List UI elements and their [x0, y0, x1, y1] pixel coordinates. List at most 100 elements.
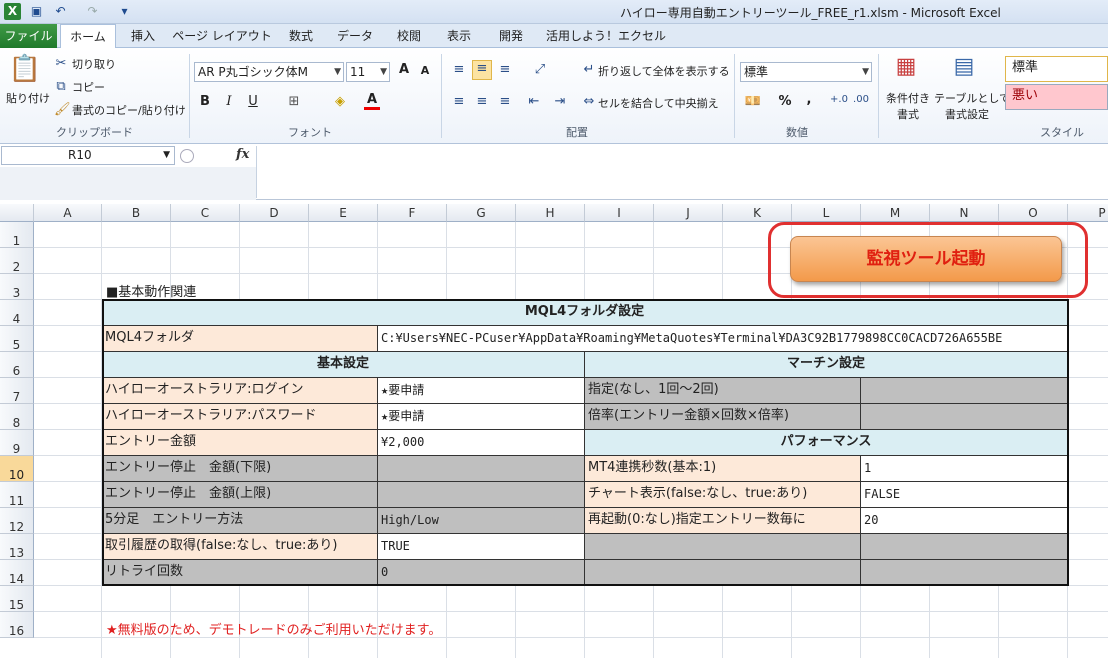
expand-formula-icon[interactable]	[180, 149, 194, 163]
row-header-1[interactable]: 1	[0, 222, 34, 248]
row-header-4[interactable]: 4	[0, 300, 34, 326]
format-as-table-button[interactable]: テーブルとして 書式設定	[934, 90, 1010, 122]
basic-setting-value[interactable]: ★要申請	[378, 378, 585, 404]
basic-setting-value[interactable]: ★要申請	[378, 404, 585, 430]
basic-setting-value[interactable]: 0	[378, 560, 585, 586]
row-header-16[interactable]: 16	[0, 612, 34, 638]
bold-button[interactable]: B	[198, 94, 212, 109]
column-header-h[interactable]: H	[516, 204, 585, 222]
tab-developer[interactable]: 開発	[490, 24, 532, 48]
border-icon[interactable]: ⊞	[286, 94, 302, 109]
row-header-15[interactable]: 15	[0, 586, 34, 612]
performance-value[interactable]: 20	[861, 508, 1068, 534]
conditional-format-icon[interactable]: ▦	[892, 54, 920, 84]
font-name-combo[interactable]: AR P丸ゴシック体M ▼	[194, 62, 344, 82]
italic-button[interactable]: I	[222, 94, 236, 109]
tab-data[interactable]: データ	[330, 24, 380, 48]
increase-indent-icon[interactable]: ⇥	[552, 94, 568, 109]
increase-decimal-icon[interactable]: +.0	[830, 94, 848, 105]
currency-icon[interactable]: 💴	[744, 94, 762, 109]
martingale-value[interactable]	[861, 378, 1068, 404]
column-header-n[interactable]: N	[930, 204, 999, 222]
insert-function-icon[interactable]: fx	[236, 147, 249, 162]
basic-setting-value[interactable]	[378, 456, 585, 482]
basic-setting-value[interactable]: TRUE	[378, 534, 585, 560]
font-color-icon[interactable]: A	[364, 92, 380, 110]
row-header-11[interactable]: 11	[0, 482, 34, 508]
align-center-icon[interactable]: ≡	[474, 94, 490, 109]
save-icon[interactable]: ▣	[28, 3, 45, 20]
merge-center-button[interactable]: セルを結合して中央揃え	[598, 95, 719, 111]
decrease-indent-icon[interactable]: ⇤	[526, 94, 542, 109]
row-header-6[interactable]: 6	[0, 352, 34, 378]
tab-review[interactable]: 校閲	[388, 24, 430, 48]
font-size-combo[interactable]: 11 ▼	[346, 62, 390, 82]
row-header-8[interactable]: 8	[0, 404, 34, 430]
tab-formulas[interactable]: 数式	[280, 24, 322, 48]
shrink-font-icon[interactable]: A	[418, 64, 432, 77]
comma-button[interactable]: ,	[804, 92, 814, 107]
percent-button[interactable]: %	[778, 94, 792, 109]
align-middle-icon[interactable]: ≡	[472, 60, 492, 80]
column-header-g[interactable]: G	[447, 204, 516, 222]
tab-excel-addin[interactable]: 活用しよう！エクセル	[546, 24, 666, 48]
cut-button[interactable]: 切り取り	[72, 56, 116, 72]
column-header-a[interactable]: A	[34, 204, 102, 222]
number-format-combo[interactable]: 標準 ▼	[740, 62, 872, 82]
paste-button[interactable]: 貼り付け	[6, 90, 50, 106]
copy-button[interactable]: コピー	[72, 79, 105, 95]
column-header-i[interactable]: I	[585, 204, 654, 222]
name-box[interactable]: R10 ▼	[1, 146, 175, 165]
column-header-f[interactable]: F	[378, 204, 447, 222]
copy-icon[interactable]: ⧉	[54, 79, 68, 94]
column-header-p[interactable]: P	[1068, 204, 1108, 222]
row-header-7[interactable]: 7	[0, 378, 34, 404]
wrap-text-icon[interactable]: ↵	[582, 62, 596, 77]
martingale-value[interactable]	[861, 404, 1068, 430]
tab-file[interactable]: ファイル	[0, 24, 57, 48]
format-painter-button[interactable]: 書式のコピー/貼り付け	[72, 102, 186, 118]
tab-insert[interactable]: 挿入	[122, 24, 164, 48]
align-right-icon[interactable]: ≡	[497, 94, 513, 109]
conditional-format-button[interactable]: 条件付き 書式	[884, 90, 932, 122]
row-header-14[interactable]: 14	[0, 560, 34, 586]
merge-center-icon[interactable]: ⇔	[582, 94, 596, 109]
column-header-m[interactable]: M	[861, 204, 930, 222]
mql4-value[interactable]: C:¥Users¥NEC-PCuser¥AppData¥Roaming¥Meta…	[378, 326, 1068, 352]
column-header-k[interactable]: K	[723, 204, 792, 222]
column-header-e[interactable]: E	[309, 204, 378, 222]
tab-view[interactable]: 表示	[438, 24, 480, 48]
column-header-d[interactable]: D	[240, 204, 309, 222]
column-header-o[interactable]: O	[999, 204, 1068, 222]
grow-font-icon[interactable]: A	[396, 62, 412, 77]
cut-icon[interactable]: ✂	[54, 56, 68, 71]
basic-setting-value[interactable]	[378, 482, 585, 508]
wrap-text-button[interactable]: 折り返して全体を表示する	[598, 63, 730, 79]
performance-value[interactable]: FALSE	[861, 482, 1068, 508]
select-all-corner[interactable]	[0, 204, 34, 222]
decrease-decimal-icon[interactable]: .00	[852, 94, 870, 105]
align-bottom-icon[interactable]: ≡	[497, 62, 513, 77]
format-painter-icon[interactable]: 🖌	[54, 102, 71, 117]
tab-page-layout[interactable]: ページ レイアウト	[172, 24, 272, 48]
format-as-table-icon[interactable]: ▤	[950, 54, 978, 84]
row-header-10[interactable]: 10	[0, 456, 34, 482]
formula-input[interactable]	[256, 146, 1108, 198]
align-left-icon[interactable]: ≡	[451, 94, 467, 109]
orientation-icon[interactable]: ⤢	[530, 62, 550, 77]
performance-value[interactable]: 1	[861, 456, 1068, 482]
customize-qat-icon[interactable]: ▾	[116, 3, 133, 20]
tab-home[interactable]: ホーム	[60, 24, 116, 49]
column-header-j[interactable]: J	[654, 204, 723, 222]
undo-icon[interactable]: ↶	[52, 3, 69, 20]
underline-button[interactable]: U	[246, 94, 260, 109]
row-header-13[interactable]: 13	[0, 534, 34, 560]
fill-color-icon[interactable]: ◈	[332, 94, 348, 109]
redo-icon[interactable]: ↷	[84, 3, 101, 20]
basic-setting-value[interactable]: High/Low	[378, 508, 585, 534]
align-top-icon[interactable]: ≡	[451, 62, 467, 77]
row-header-2[interactable]: 2	[0, 248, 34, 274]
style-normal[interactable]: 標準	[1005, 56, 1108, 82]
column-header-l[interactable]: L	[792, 204, 861, 222]
row-header-9[interactable]: 9	[0, 430, 34, 456]
